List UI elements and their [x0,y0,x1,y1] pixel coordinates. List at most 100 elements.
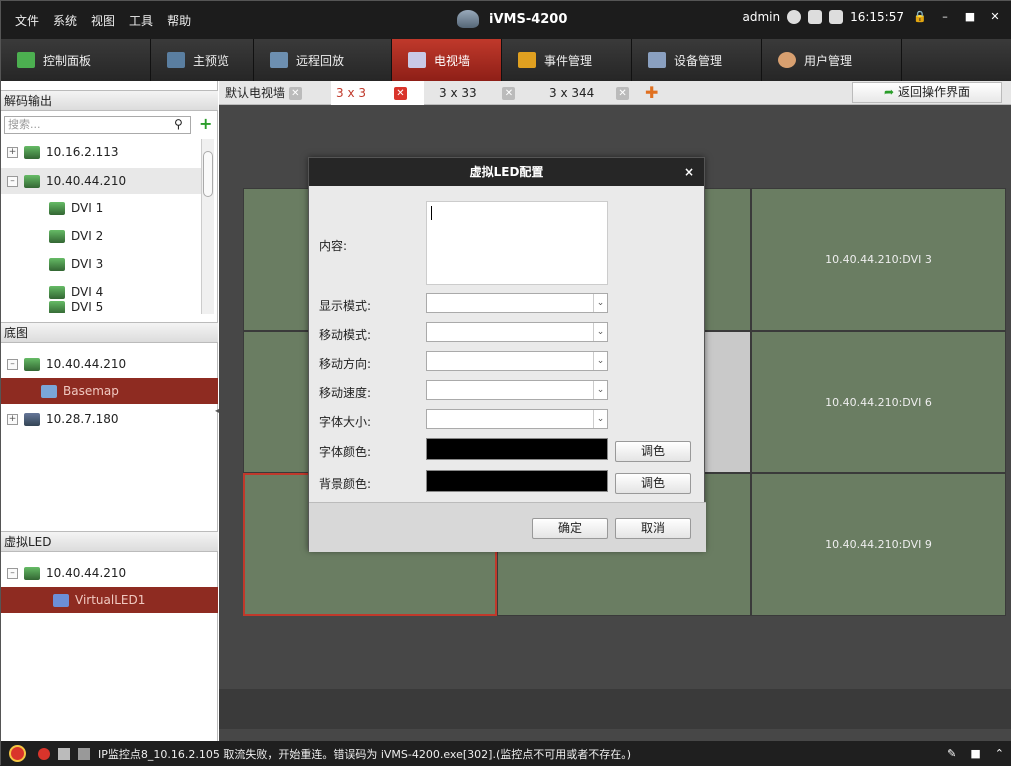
pin-icon[interactable]: ✎ [947,747,956,760]
tree-led-device[interactable]: – 10.40.44.210 [1,560,201,586]
cell-label: 10.40.44.210:DVI 9 [825,538,932,551]
tree-label: DVI 5 [71,301,104,313]
toolbar-event-management[interactable]: 事件管理 [502,39,632,81]
menu-view[interactable]: 视图 [91,12,115,29]
virtual-led-header[interactable]: 虚拟LED [1,531,218,552]
output-icon [49,257,65,271]
move-speed-select[interactable]: ⌄ [426,380,608,400]
chevron-down-icon: ⌄ [593,323,607,341]
collapse-icon[interactable]: – [7,567,18,579]
decode-output-header[interactable]: 解码输出 [1,90,218,111]
tree-basemap-device[interactable]: – 10.40.44.210 [1,351,201,377]
tab-default-tv-wall[interactable]: 默认电视墙 ✕ [225,81,302,105]
decoder-icon [24,566,40,580]
menu-system[interactable]: 系统 [53,12,77,29]
close-tab-icon[interactable]: ✕ [288,87,302,100]
username[interactable]: admin [742,10,780,24]
menu-file[interactable]: 文件 [15,12,39,29]
toolbar-label: 远程回放 [296,53,345,68]
wall-cell-6[interactable]: 10.40.44.210:DVI 6 [751,331,1006,473]
back-to-operation-button[interactable]: ➦ 返回操作界面 [852,82,1002,103]
alarm-icon[interactable] [9,745,26,762]
wall-cell-3[interactable]: 10.40.44.210:DVI 3 [751,188,1006,331]
close-icon[interactable]: × [684,158,694,186]
lock-icon[interactable]: 🔒 [911,10,929,24]
camera-logo-icon [457,10,479,28]
wall-cell-9[interactable]: 10.40.44.210:DVI 9 [751,473,1006,616]
monitor-icon[interactable] [58,747,70,760]
toolbar-main-preview[interactable]: 主预览 [151,39,254,81]
led-icon [53,593,69,607]
chevron-up-icon[interactable]: ⌃ [995,747,1004,760]
minimize-button[interactable]: – [936,10,954,24]
app-title-text: iVMS-4200 [489,11,568,27]
basemap-header[interactable]: 底图 [1,322,218,343]
tab-3x344[interactable]: 3 x 344 ✕ [539,81,630,105]
collapse-icon[interactable]: – [7,175,18,187]
tree-device-10-16-2-113[interactable]: +10.16.2.113 [1,139,201,165]
toolbar-label: 电视墙 [434,53,471,68]
bg-color-adjust-button[interactable]: 调色 [615,473,691,494]
cancel-button[interactable]: 取消 [615,518,691,539]
sound-icon[interactable] [78,747,90,760]
add-tab-icon[interactable]: ✚ [645,81,658,105]
toolbar-label: 主预览 [193,53,230,68]
network-icon [787,10,802,24]
tree-basemap-device-2[interactable]: +10.28.7.180 [1,406,201,432]
font-color-adjust-button[interactable]: 调色 [615,441,691,462]
close-tab-icon[interactable]: ✕ [394,87,407,100]
tree-dvi-3[interactable]: DVI 3 [1,251,201,277]
tree-virtual-led[interactable]: VirtualLED1 [1,587,218,613]
search-input[interactable]: 搜索... [4,116,191,134]
window-icon[interactable]: ■ [970,747,980,760]
tree-scrollbar[interactable] [201,139,214,314]
font-size-label: 字体大小: [319,415,372,429]
move-direction-select[interactable]: ⌄ [426,351,608,371]
add-icon[interactable]: + [199,114,212,133]
alert-icon[interactable] [38,747,50,760]
search-icon[interactable]: ⚲ [174,117,183,131]
menu-tools[interactable]: 工具 [129,12,153,29]
toolbar-tv-wall[interactable]: 电视墙 [392,39,502,81]
ok-button[interactable]: 确定 [532,518,608,539]
move-mode-select[interactable]: ⌄ [426,322,608,342]
tab-label: 3 x 33 [439,86,477,100]
tree-dvi-5[interactable]: DVI 5 [1,301,201,313]
close-tab-icon[interactable]: ✕ [502,87,516,100]
toolbar-label: 事件管理 [544,53,593,68]
toolbar-control-panel[interactable]: 控制面板 [1,39,151,81]
toolbar-device-management[interactable]: 设备管理 [632,39,762,81]
tab-label: 默认电视墙 [225,86,286,100]
maximize-button[interactable]: ■ [961,10,979,24]
menu-help[interactable]: 帮助 [167,12,191,29]
display-mode-select[interactable]: ⌄ [426,293,608,313]
ram-icon [829,10,844,24]
close-button[interactable]: ✕ [986,10,1004,24]
tree-basemap[interactable]: Basemap [1,378,218,404]
playback-icon [270,52,288,68]
collapse-icon[interactable]: – [7,358,18,370]
tab-bar: 默认电视墙 ✕ 3 x 3 ✕ 3 x 33 ✕ 3 x 344 ✕ ✚ ➦ 返回… [219,81,1011,105]
tab-3x3[interactable]: 3 x 3 ✕ [331,81,424,105]
toolbar-remote-playback[interactable]: 远程回放 [254,39,392,81]
expand-icon[interactable]: + [7,413,18,425]
content-textarea[interactable] [426,201,608,285]
app-window: 文件 系统 视图 工具 帮助 iVMS-4200 admin 16:15:57 … [0,0,1011,766]
chevron-down-icon: ⌄ [593,410,607,428]
map-icon [41,384,57,398]
expand-icon[interactable]: + [7,146,18,158]
tree-dvi-1[interactable]: DVI 1 [1,195,201,221]
scrollbar-thumb[interactable] [203,151,213,197]
tab-3x33[interactable]: 3 x 33 ✕ [429,81,516,105]
tree-label: VirtualLED1 [75,593,146,607]
tree-device-10-40-44-210[interactable]: – 10.40.44.210 [1,168,201,194]
tree-dvi-2[interactable]: DVI 2 [1,223,201,249]
chevron-down-icon: ⌄ [593,294,607,312]
cpu-icon [808,10,823,24]
close-tab-icon[interactable]: ✕ [616,87,630,100]
content-label: 内容: [319,239,348,253]
toolbar-user-management[interactable]: 用户管理 [762,39,902,81]
main-toolbar: 控制面板 主预览 远程回放 电视墙 事件管理 设备管理 用户管理 [1,39,1011,81]
font-size-select[interactable]: ⌄ [426,409,608,429]
tab-label: 3 x 3 [336,86,366,100]
